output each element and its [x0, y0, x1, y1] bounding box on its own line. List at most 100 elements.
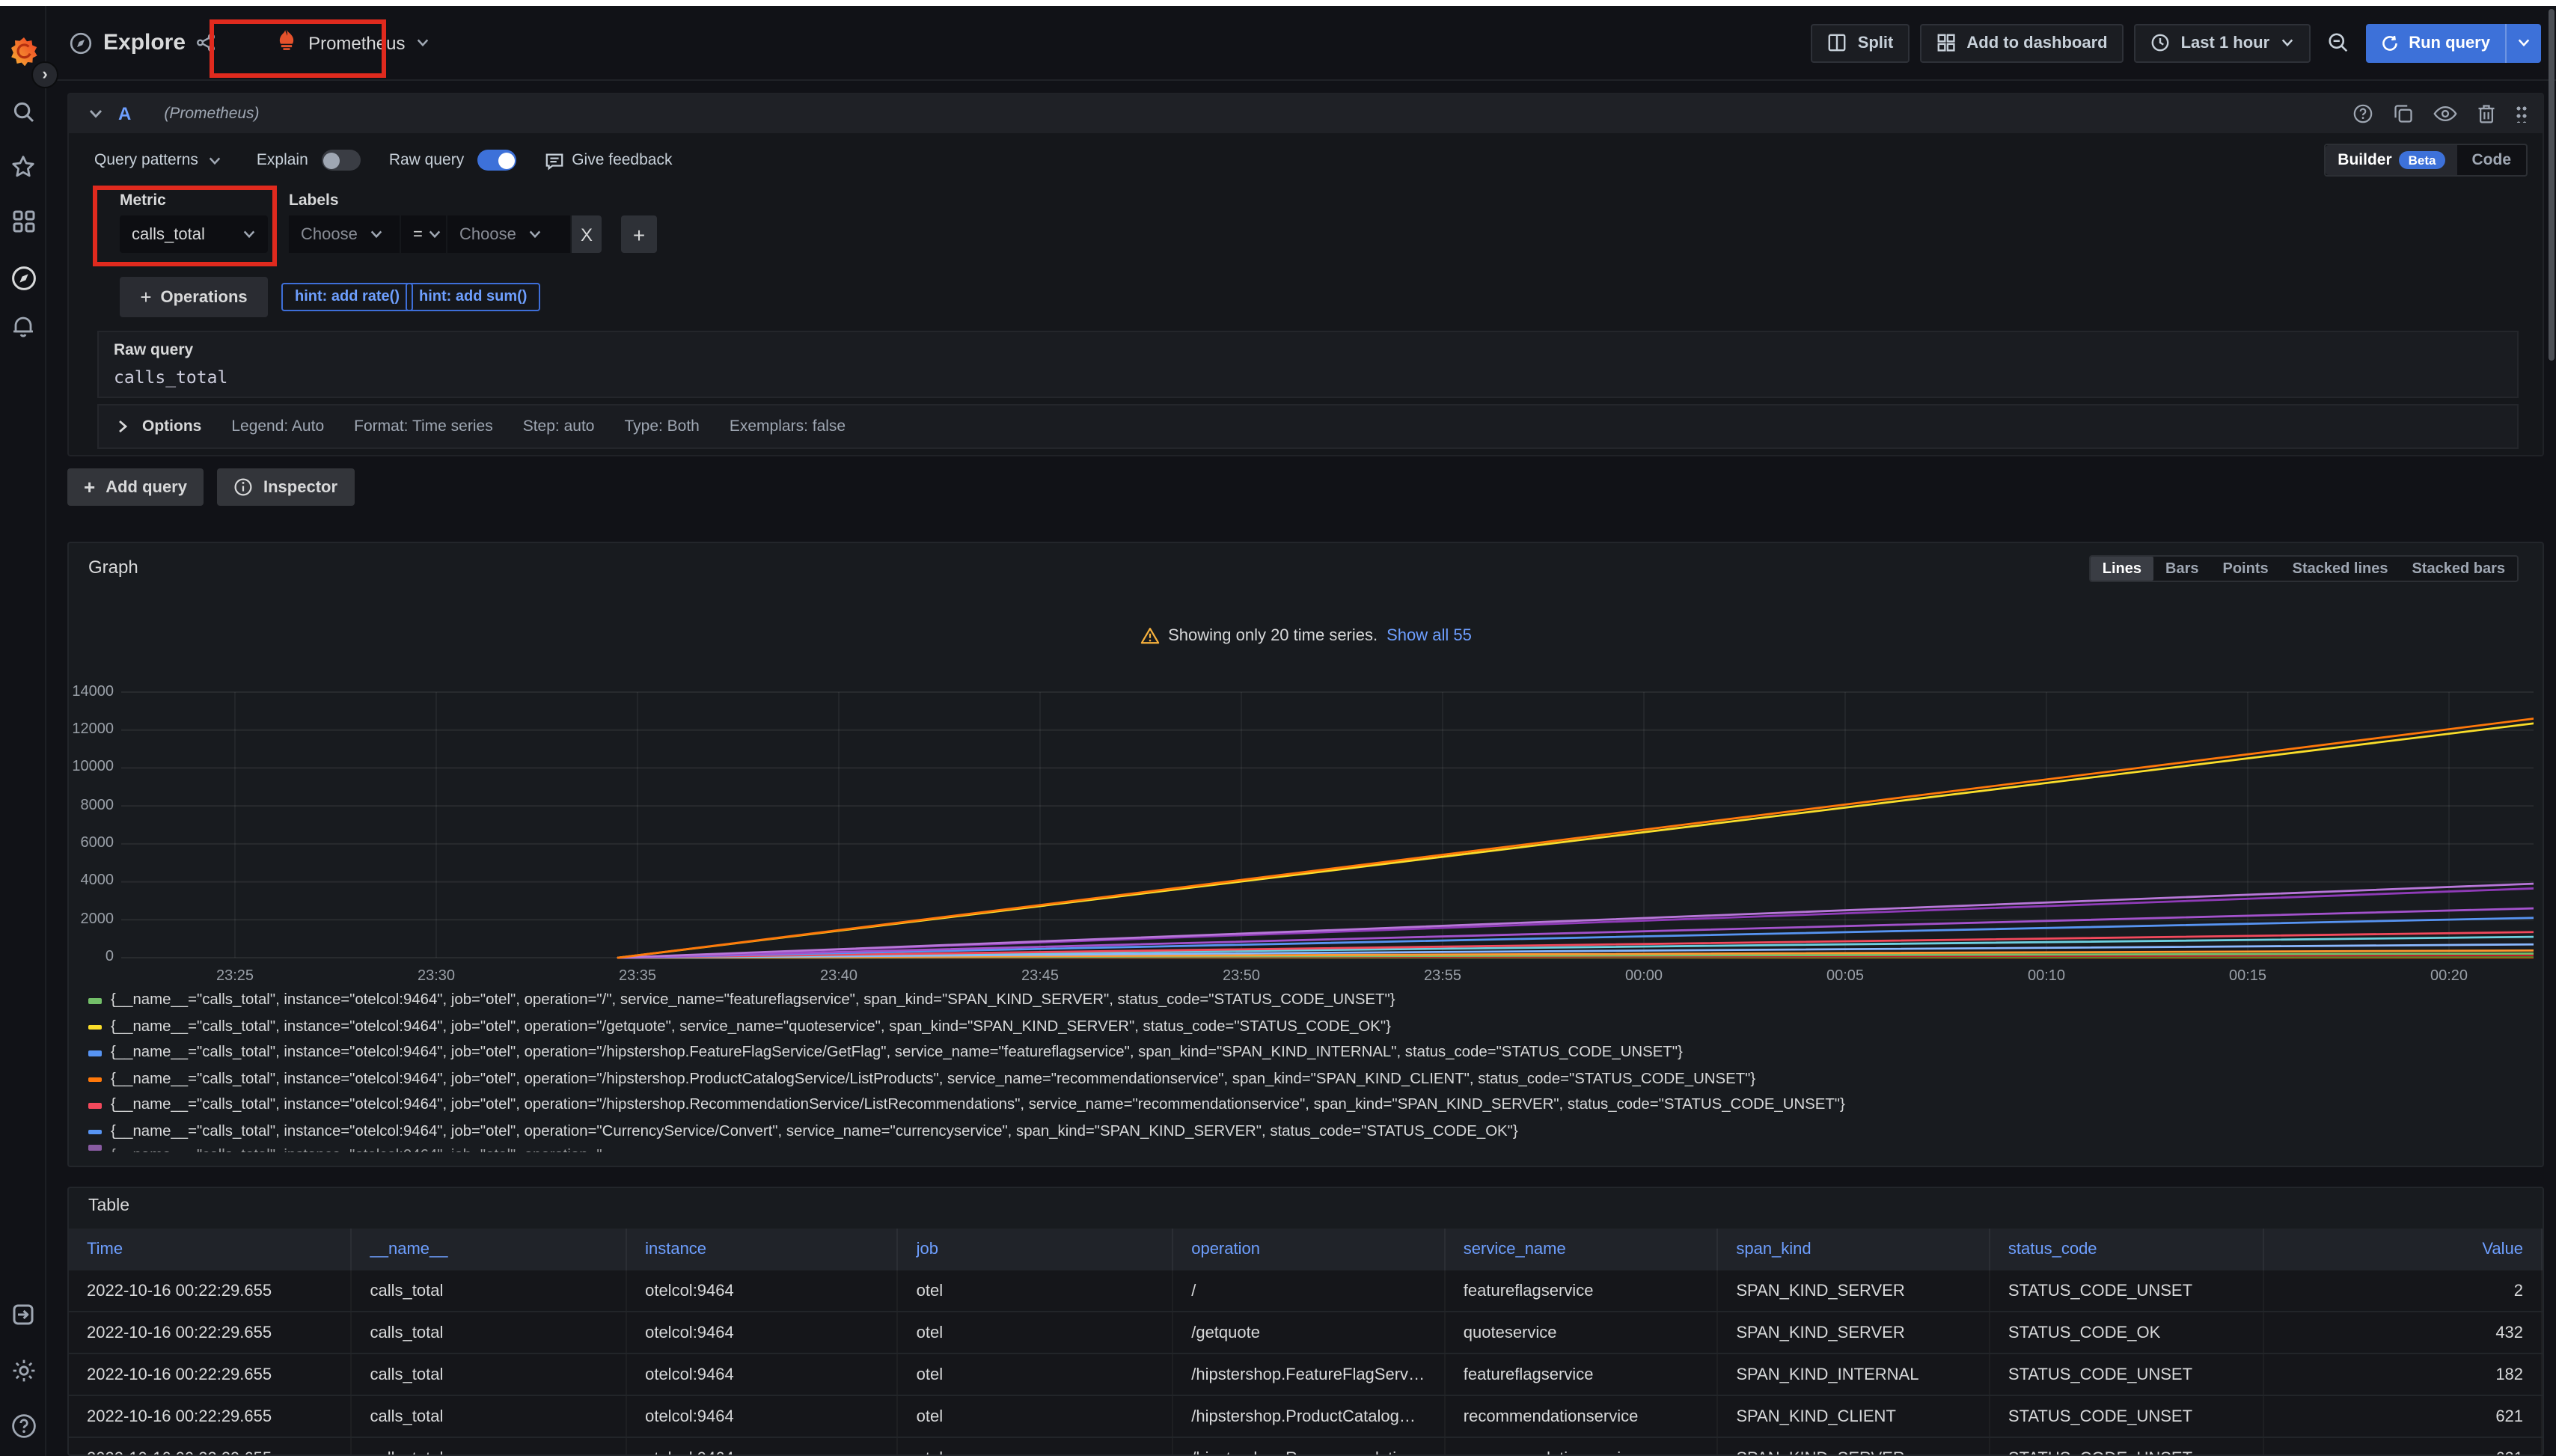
- query-patterns-label: Query patterns: [94, 151, 198, 169]
- page-title: Explore: [103, 30, 186, 55]
- legend-item[interactable]: {__name__="calls_total", instance="otelc…: [88, 1066, 2531, 1092]
- timeseries-chart[interactable]: [121, 682, 2534, 982]
- graph-legend: {__name__="calls_total", instance="otelc…: [88, 988, 2531, 1152]
- x-tick-label: 00:00: [1599, 968, 1689, 985]
- explain-toggle[interactable]: [322, 150, 361, 171]
- table-body: 2022-10-16 00:22:29.655calls_totalotelco…: [69, 1270, 2543, 1456]
- column-header-value[interactable]: Value: [2263, 1229, 2543, 1270]
- legend-item[interactable]: {__name__="calls_total", instance="otelc…: [88, 1119, 2531, 1145]
- add-query-button[interactable]: + Add query: [67, 468, 204, 506]
- share-icon[interactable]: [196, 33, 215, 52]
- inspector-button[interactable]: Inspector: [217, 468, 354, 506]
- operations-button[interactable]: + Operations: [120, 277, 268, 317]
- query-help-icon[interactable]: [2352, 103, 2373, 124]
- graph-mode-switcher: LinesBarsPointsStacked linesStacked bars: [2089, 555, 2519, 582]
- table-panel: Table Time__name__instancejoboperationse…: [67, 1187, 2544, 1456]
- label-operator-select[interactable]: =: [401, 215, 446, 253]
- legend-item[interactable]: {__name__="calls_total", instance="otelc…: [88, 1040, 2531, 1066]
- show-all-series-link[interactable]: Show all 55: [1386, 627, 1472, 645]
- query-row-header[interactable]: A (Prometheus): [69, 94, 2543, 133]
- column-header-statuscode[interactable]: status_code: [1990, 1229, 2264, 1270]
- graph-mode-lines[interactable]: Lines: [2091, 557, 2153, 581]
- y-tick-label: 14000: [69, 683, 114, 700]
- column-header-servicename[interactable]: service_name: [1446, 1229, 1719, 1270]
- legend-item[interactable]: {__name__="calls_total", instance="otelc…: [88, 1145, 2531, 1152]
- duplicate-query-icon[interactable]: [2393, 103, 2414, 124]
- query-toolbar: Query patterns Explain Raw query Give fe…: [88, 144, 2528, 177]
- zoom-out-time-icon[interactable]: [2320, 23, 2355, 62]
- label-value-select[interactable]: Choose: [447, 215, 570, 253]
- graph-mode-stacked-lines[interactable]: Stacked lines: [2281, 557, 2400, 581]
- run-query-main[interactable]: Run query: [2365, 23, 2505, 62]
- table-cell: calls_total: [352, 1438, 628, 1456]
- legend-item[interactable]: {__name__="calls_total", instance="otelc…: [88, 1092, 2531, 1119]
- run-query-button[interactable]: Run query: [2365, 23, 2541, 62]
- table-cell: /: [1173, 1270, 1446, 1311]
- hint-add-sum-button[interactable]: hint: add sum(): [406, 283, 540, 311]
- table-cell: featureflagservice: [1446, 1270, 1719, 1311]
- table-cell: 432: [2263, 1312, 2543, 1353]
- toolbar-actions: Split Add to dashboard Last 1 hour: [1811, 23, 2541, 62]
- table-cell: SPAN_KIND_CLIENT: [1718, 1396, 1990, 1437]
- builder-mode-button[interactable]: Builder Beta: [2326, 145, 2456, 175]
- add-label-filter-button[interactable]: +: [621, 215, 657, 253]
- table-cell: 2022-10-16 00:22:29.655: [69, 1270, 352, 1311]
- column-header-instance[interactable]: instance: [627, 1229, 899, 1270]
- table-cell: otel: [899, 1354, 1174, 1395]
- graph-mode-bars[interactable]: Bars: [2153, 557, 2211, 581]
- give-feedback-link[interactable]: Give feedback: [545, 150, 672, 170]
- column-header-name[interactable]: __name__: [352, 1229, 628, 1270]
- legend-color-chip: [88, 1129, 102, 1134]
- column-header-time[interactable]: Time: [69, 1229, 352, 1270]
- metric-select[interactable]: calls_total: [120, 215, 268, 253]
- sign-in-icon[interactable]: [0, 1299, 46, 1329]
- column-header-spankind[interactable]: span_kind: [1718, 1229, 1990, 1270]
- chevron-down-icon: [415, 36, 429, 49]
- hint-add-rate-button[interactable]: hint: add rate(): [281, 283, 413, 311]
- table-cell: featureflagservice: [1446, 1354, 1719, 1395]
- run-query-caret[interactable]: [2505, 23, 2541, 62]
- column-header-operation[interactable]: operation: [1173, 1229, 1446, 1270]
- series-line: [618, 719, 2534, 958]
- raw-query-toggle[interactable]: [477, 150, 516, 171]
- option-format: Format: Time series: [354, 417, 493, 435]
- code-mode-button[interactable]: Code: [2457, 151, 2527, 169]
- hide-response-eye-icon[interactable]: [2433, 105, 2457, 123]
- label-key-select[interactable]: Choose: [289, 215, 400, 253]
- table-cell: STATUS_CODE_UNSET: [1990, 1396, 2264, 1437]
- x-tick-label: 23:45: [995, 968, 1085, 985]
- legend-item[interactable]: {__name__="calls_total", instance="otelc…: [88, 1014, 2531, 1040]
- search-icon[interactable]: [0, 99, 46, 126]
- remove-query-trash-icon[interactable]: [2477, 103, 2496, 124]
- graph-mode-stacked-bars[interactable]: Stacked bars: [2400, 557, 2517, 581]
- inspector-label: Inspector: [263, 478, 337, 496]
- alerting-bell-icon[interactable]: [0, 310, 46, 340]
- legend-label: {__name__="calls_total", instance="otelc…: [111, 1148, 602, 1152]
- explore-compass-icon[interactable]: [0, 263, 46, 293]
- option-step: Step: auto: [523, 417, 595, 435]
- add-to-dashboard-button[interactable]: Add to dashboard: [1920, 23, 2124, 62]
- graph-mode-points[interactable]: Points: [2211, 557, 2281, 581]
- legend-item[interactable]: {__name__="calls_total", instance="otelc…: [88, 988, 2531, 1014]
- query-options-row[interactable]: Options Legend: Auto Format: Time series…: [97, 404, 2519, 449]
- raw-query-value: calls_total: [114, 367, 227, 388]
- drag-handle-icon[interactable]: [2516, 105, 2528, 123]
- expand-sidebar-button[interactable]: ›: [31, 61, 58, 88]
- star-icon[interactable]: [0, 153, 46, 180]
- legend-label: {__name__="calls_total", instance="otelc…: [111, 1098, 1845, 1114]
- query-patterns-dropdown[interactable]: Query patterns: [88, 151, 228, 169]
- table-cell: 2022-10-16 00:22:29.655: [69, 1396, 352, 1437]
- vertical-scrollbar-thumb[interactable]: [2549, 9, 2555, 361]
- settings-gear-icon[interactable]: [0, 1356, 46, 1386]
- dashboards-icon[interactable]: [0, 208, 46, 235]
- datasource-picker[interactable]: Prometheus: [263, 19, 441, 67]
- split-button[interactable]: Split: [1811, 23, 1910, 62]
- time-range-picker[interactable]: Last 1 hour: [2135, 23, 2311, 62]
- table-cell: otelcol:9464: [627, 1270, 899, 1311]
- give-feedback-label: Give feedback: [572, 151, 672, 169]
- remove-label-filter-button[interactable]: X: [572, 215, 602, 253]
- table-cell: 2022-10-16 00:22:29.655: [69, 1438, 352, 1456]
- column-header-job[interactable]: job: [899, 1229, 1174, 1270]
- collapse-query-chevron-icon[interactable]: [88, 106, 103, 121]
- help-icon[interactable]: [0, 1411, 46, 1441]
